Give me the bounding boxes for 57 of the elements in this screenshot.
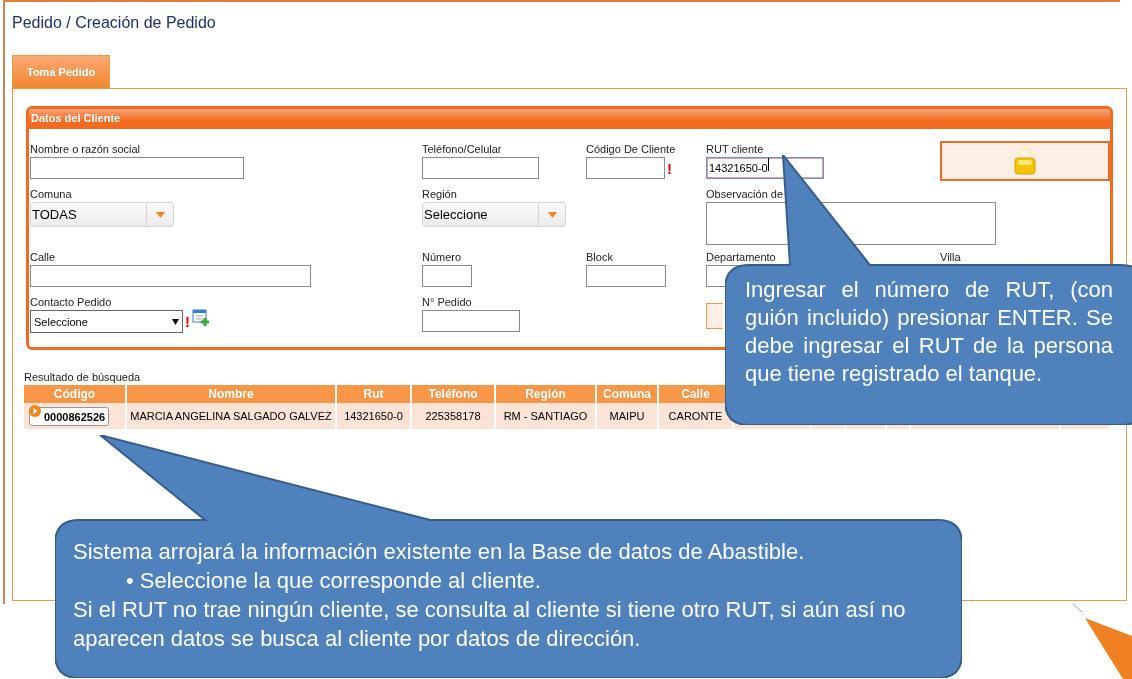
required-mark: ! bbox=[667, 159, 672, 177]
field-label: Nombre o razón social bbox=[30, 142, 141, 157]
section-label: Resultado de búsqueda bbox=[24, 371, 141, 384]
field-label: Código De Cliente bbox=[586, 142, 676, 157]
select-field[interactable]: Seleccione bbox=[30, 310, 183, 333]
field-label: Número bbox=[422, 250, 462, 265]
client-code-button[interactable]: 0000862526 bbox=[29, 406, 110, 426]
column-header: Comuna bbox=[603, 387, 651, 401]
input-field[interactable] bbox=[30, 265, 311, 287]
input-field[interactable] bbox=[422, 157, 539, 179]
field-label: Villa bbox=[940, 250, 961, 265]
dropdown[interactable]: TODAS bbox=[30, 202, 174, 227]
page-title: Pedido / Creación de Pedido bbox=[12, 14, 216, 33]
table-cell: 14321650-0 bbox=[344, 410, 403, 422]
column-header: Nombre bbox=[208, 387, 254, 401]
unlock-button[interactable] bbox=[940, 141, 1110, 181]
field-label: Departamento bbox=[706, 250, 776, 265]
field-label: N° Pedido bbox=[422, 295, 472, 310]
callout-text: • Seleccione la que corresponde al cliente. bbox=[125, 567, 542, 595]
column-header: Rut bbox=[363, 387, 384, 401]
input-field[interactable] bbox=[586, 265, 666, 287]
input-field[interactable] bbox=[586, 157, 665, 179]
table-cell: MARCIA ANGELINA SALGADO GALVEZ bbox=[130, 410, 332, 422]
field-label: RUT cliente bbox=[706, 142, 764, 157]
column-header: Teléfono bbox=[428, 387, 478, 401]
field-label: Teléfono/Celular bbox=[422, 142, 502, 157]
table-cell: 225358178 bbox=[425, 410, 481, 422]
panel-title: Datos del Cliente bbox=[31, 111, 121, 126]
input-field[interactable] bbox=[422, 265, 472, 287]
field-label: Calle bbox=[30, 250, 56, 265]
caret-icon bbox=[172, 318, 179, 325]
table-cell: MAIPU bbox=[609, 410, 645, 422]
table-cell: CARONTE bbox=[668, 410, 723, 422]
caret-icon bbox=[547, 211, 557, 218]
field-label: Block bbox=[586, 250, 613, 265]
column-header: Región bbox=[525, 387, 566, 401]
field-label: Contacto Pedido bbox=[30, 295, 112, 310]
callout-text: Si el RUT no trae ningún cliente, se consulta al cliente si tiene otro RUT, si aún así no aparecen datos se busca al cliente por datos de dirección. bbox=[73, 596, 907, 653]
column-header: Código bbox=[53, 387, 96, 401]
column-header: Calle bbox=[681, 387, 710, 401]
arrow-shape bbox=[1085, 618, 1132, 679]
required-mark: ! bbox=[185, 313, 190, 330]
callout-text: Sistema arrojará la información existente en la Base de datos de Abastible. bbox=[73, 538, 806, 566]
padlock-icon bbox=[1014, 147, 1036, 175]
input-field[interactable]: 14321650-0 bbox=[706, 157, 824, 179]
field-label: Comuna bbox=[30, 187, 72, 202]
input-field[interactable] bbox=[422, 310, 520, 332]
field-label: Región bbox=[422, 187, 457, 202]
caret-icon bbox=[155, 211, 165, 218]
dropdown[interactable]: Seleccione bbox=[422, 202, 566, 227]
add-contact-icon[interactable] bbox=[192, 308, 210, 327]
table-cell: RM - SANTIAGO bbox=[503, 410, 588, 422]
dashed-line bbox=[1072, 603, 1083, 613]
field-label: Observación de bbox=[706, 187, 784, 202]
callout-text: Ingresar el número de RUT, (con guión incluido) presionar ENTER. Se debe ingresar el RUT de la persona que tiene registrado el tanque. bbox=[745, 276, 1113, 388]
action-button[interactable] bbox=[706, 303, 723, 329]
input-field[interactable] bbox=[30, 157, 244, 179]
